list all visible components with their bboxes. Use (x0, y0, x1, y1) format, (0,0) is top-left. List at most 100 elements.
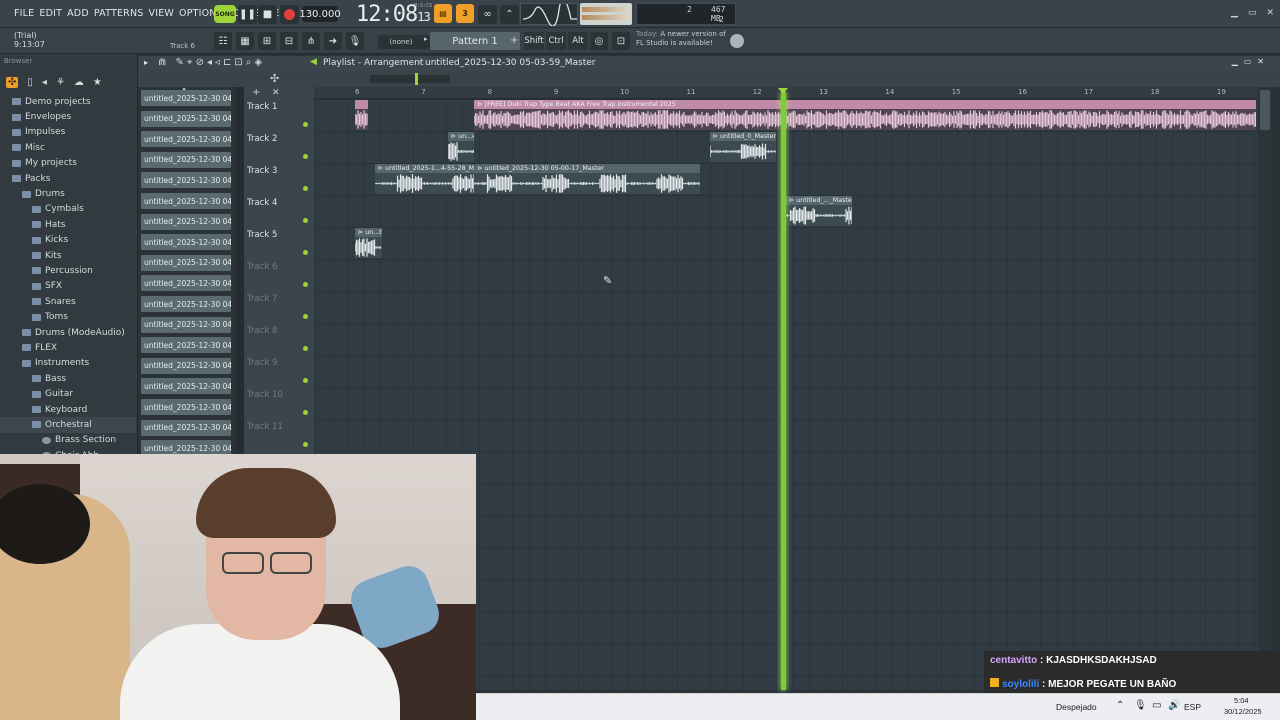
globe-icon[interactable] (730, 34, 744, 48)
audio-file-item[interactable]: untitled_2025-12-30 04-... (141, 110, 231, 127)
browser-item[interactable]: Toms (0, 309, 136, 324)
track-active-icon[interactable] (303, 346, 308, 351)
clock-date[interactable]: 30/12/2025 (1224, 707, 1262, 716)
audio-file-item[interactable]: untitled_2025-12-30 04-... (141, 378, 231, 395)
audio-clip[interactable]: ⊳ untitled_2025-1...4-55-28_Master (374, 164, 475, 194)
menu-file[interactable]: FILE (14, 8, 34, 19)
audio-clip[interactable]: ⊳ un...t (355, 228, 382, 258)
snapshot-button[interactable]: ◎ (590, 32, 608, 50)
audio-clip[interactable]: ⊳ untitled_0_Master (709, 132, 776, 162)
track-label[interactable]: Track 1 (247, 102, 277, 112)
track-label[interactable]: Track 11 (247, 422, 283, 432)
browser-item[interactable]: Percussion (0, 263, 136, 278)
browser-item[interactable]: Packs (0, 171, 136, 186)
snap-icon[interactable]: ✣ (270, 72, 279, 85)
track-active-icon[interactable] (303, 154, 308, 159)
track-active-icon[interactable] (303, 378, 308, 383)
file-list-scrollbar[interactable] (236, 86, 244, 454)
playlist-window-icons[interactable]: ▁▭✕ (1232, 57, 1270, 66)
star-icon[interactable]: ★ (93, 77, 102, 88)
track-active-icon[interactable] (303, 250, 308, 255)
minimize-icon[interactable]: ▁ (1231, 8, 1238, 18)
track-label[interactable]: Track 10 (247, 390, 283, 400)
track-label[interactable]: Track 7 (247, 294, 277, 304)
channel-rack-button[interactable]: ⊞ (258, 32, 276, 50)
audio-file-item[interactable]: untitled_2025-12-30 04-... (141, 172, 231, 189)
audio-file-item[interactable]: untitled_2025-12-30 04-... (141, 234, 231, 251)
playlist-button[interactable]: ☷ (214, 32, 232, 50)
track-label[interactable]: Track 4 (247, 198, 277, 208)
browser-item[interactable]: Cymbals (0, 202, 136, 217)
record-button[interactable] (280, 5, 299, 24)
overview-scroll[interactable] (370, 75, 450, 83)
plugin-icon[interactable]: ⚘ (56, 77, 65, 88)
browser-item[interactable]: Hats (0, 217, 136, 232)
audio-file-item[interactable]: untitled_2025-12-30 04-... (141, 419, 231, 436)
play-button[interactable]: ❚❚ (238, 5, 257, 24)
master-volume-meter[interactable] (580, 3, 632, 25)
track-label[interactable]: Track 2 (247, 134, 277, 144)
playlist-vertical-scrollbar[interactable] (1258, 87, 1272, 690)
browser-item[interactable]: Guitar (0, 386, 136, 401)
loop-record-button[interactable]: ∞ (478, 5, 497, 24)
playlist-menu-icon[interactable]: ▸ (144, 58, 148, 67)
audio-input-button[interactable]: 🎙 (346, 32, 364, 50)
playlist-tools-icon[interactable]: ⋒ ✎⌖⊘◂◃⊏⊡⌕◈ (158, 57, 265, 68)
shop-button[interactable]: ⊡ (612, 32, 630, 50)
metronome-button[interactable]: ▤ (434, 4, 452, 23)
track-active-icon[interactable] (303, 186, 308, 191)
close-icon[interactable]: ✕ (1266, 8, 1274, 18)
microphone-tray-icon[interactable]: 🎙 (1134, 700, 1147, 711)
playhead[interactable] (780, 92, 786, 690)
audio-file-item[interactable]: untitled_2025-12-30 04-... (141, 357, 231, 374)
weather-text[interactable]: Despejado (1056, 702, 1097, 712)
blend-notes-button[interactable]: 3 (456, 4, 474, 23)
browser-item[interactable]: Demo projects (0, 94, 136, 109)
browser-item[interactable]: Kits (0, 248, 136, 263)
playhead-marker-icon[interactable] (777, 88, 788, 94)
language-indicator[interactable]: ESP (1184, 702, 1201, 712)
plugin-picker-button[interactable]: ⋔ (302, 32, 320, 50)
track-label[interactable]: Track 8 (247, 326, 277, 336)
audio-file-item[interactable]: untitled_2025-12-30 04-... (141, 316, 231, 333)
audio-file-item[interactable]: untitled_2025-12-30 04-... (141, 131, 231, 148)
network-icon[interactable]: ▭ (1152, 700, 1161, 711)
browser-item[interactable]: Impulses (0, 125, 136, 140)
menu-edit[interactable]: EDIT (39, 8, 62, 19)
pattern-selector[interactable]: Pattern 1 (430, 32, 520, 50)
track-label[interactable]: Track 3 (247, 166, 277, 176)
track-active-icon[interactable] (303, 314, 308, 319)
track-active-icon[interactable] (303, 282, 308, 287)
ctrl-key-button[interactable]: Ctrl (546, 32, 566, 50)
menu-view[interactable]: VIEW (149, 8, 175, 19)
track-active-icon[interactable] (303, 442, 308, 447)
audio-file-item[interactable]: untitled_2025-12-30 04-... (141, 193, 231, 209)
audio-clip[interactable] (355, 100, 369, 130)
audio-file-item[interactable]: untitled_2025-12-30 04-... (141, 275, 231, 292)
mixer-button[interactable]: ⊟ (280, 32, 298, 50)
track-label[interactable]: Track 6 (247, 262, 277, 272)
audio-clip[interactable]: ⊳ [FREE] Duki Trap Type Beat AKA Free Tr… (474, 100, 1256, 130)
menu-patterns[interactable]: PATTERNS (94, 8, 144, 19)
browser-item[interactable]: Brass Section (0, 433, 136, 448)
maximize-icon[interactable]: ▭ (1248, 8, 1257, 18)
audio-file-item[interactable]: untitled_2025-12-30 04-... (141, 90, 231, 106)
browser-item[interactable]: Drums (ModeAudio) (0, 325, 136, 340)
piano-roll-button[interactable]: ▦ (236, 32, 254, 50)
step-edit-button[interactable]: ⌃ (500, 5, 519, 24)
back-icon[interactable]: ◂ (42, 77, 47, 88)
browser-item[interactable]: SFX (0, 279, 136, 294)
song-mode-button[interactable]: SONG (214, 5, 236, 23)
browser-all-icon[interactable]: ✣ (6, 76, 19, 88)
browser-item[interactable]: FLEX (0, 340, 136, 355)
clock-time[interactable]: 5:04 (1234, 696, 1249, 705)
audio-file-item[interactable]: untitled_2025-12-30 04-... (141, 399, 231, 415)
browser-item[interactable]: Orchestral (0, 417, 136, 433)
audio-clip[interactable]: ⊳ untitled_..._Master (785, 196, 853, 226)
audio-file-item[interactable]: untitled_2025-12-30 04-... (141, 254, 231, 271)
audio-clip[interactable]: ⊳ un...er (447, 132, 475, 162)
audio-clip[interactable]: ⊳ untitled_2025-12-30 05-00-17_Master (474, 164, 700, 194)
file-icon[interactable]: ▯ (27, 77, 33, 88)
tempo-display[interactable]: 130.000 (299, 6, 341, 22)
news-panel[interactable]: Today: A newer version of FL Studio is a… (636, 30, 726, 48)
